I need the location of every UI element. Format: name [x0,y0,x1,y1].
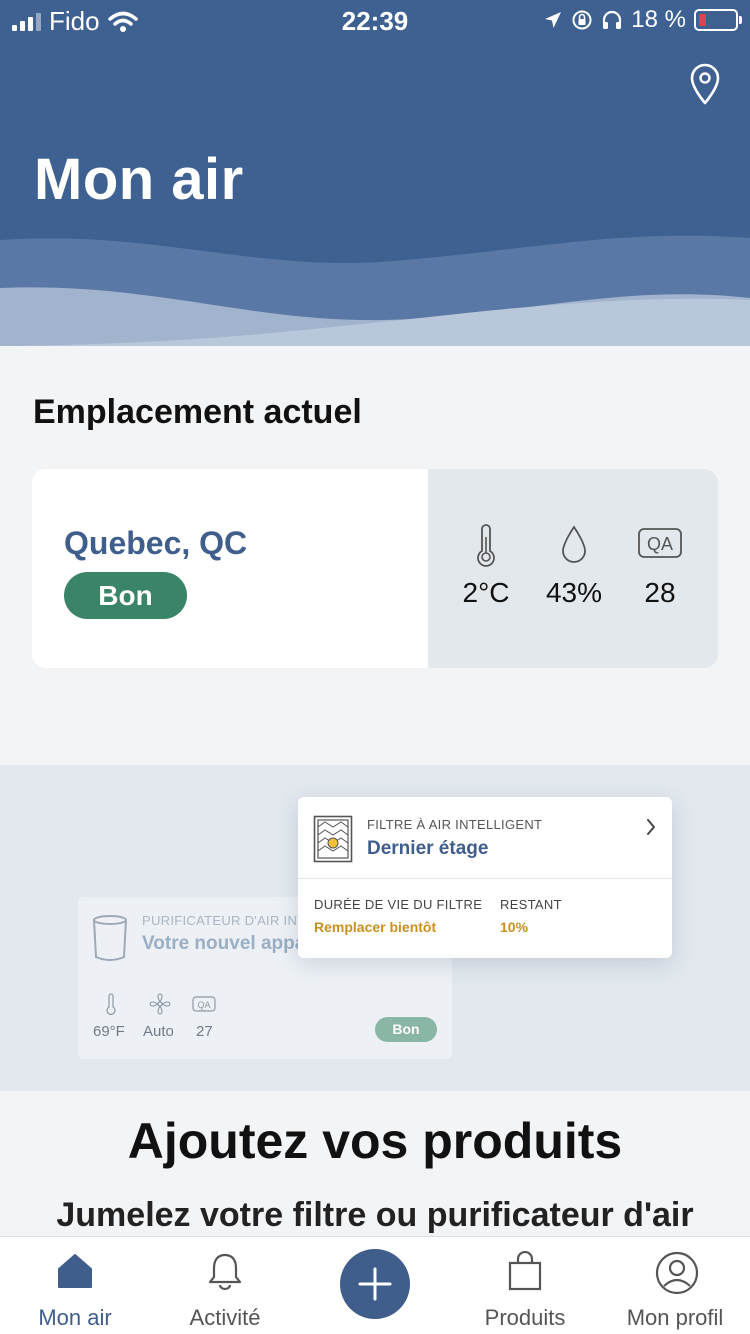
tab-label: Mon profil [626,1305,724,1330]
svg-text:QA: QA [197,1000,210,1010]
tab-bar: Mon air Activité Produits Mon profil [0,1236,750,1334]
home-icon [58,1254,92,1288]
aqi-metric: QA 28 [617,523,703,609]
humidity-metric: 43% [531,523,617,609]
humidity-value: 43% [545,577,603,608]
plus-icon [358,1267,392,1301]
location-arrow-icon [545,12,562,28]
user-circle-icon [655,1251,699,1295]
temperature-value: 2°C [462,577,510,608]
air-filter-icon [313,815,353,863]
status-bar: Fido 22:39 18 % [0,0,750,40]
divider [298,878,672,879]
purifier-temperature: 69°F [93,1023,125,1040]
filter-preview-card: FILTRE À AIR INTELLIGENT Dernier étage D… [298,797,672,958]
promo-title: Ajoutez vos produits [127,1113,623,1169]
filter-remaining-value: 10% [500,919,529,935]
location-pin-button[interactable] [686,62,724,106]
rotation-lock-icon [572,10,592,30]
battery-icon [694,9,742,31]
header: Fido 22:39 18 % Mon air [0,0,750,350]
tab-produits[interactable]: Produits [450,1237,600,1334]
filter-life-value: Remplacer bientôt [314,919,437,935]
tab-label: Mon air [38,1305,112,1330]
purifier-name: Votre nouvel appa [142,933,306,954]
filter-life-label: DURÉE DE VIE DU FILTRE [314,897,483,912]
bell-icon [208,1253,242,1291]
location-city: Quebec, QC [64,525,248,561]
temperature-metric: 2°C [443,523,529,609]
current-location-heading: Emplacement actuel [33,393,362,431]
filter-name: Dernier étage [367,838,489,859]
tab-mon-air[interactable]: Mon air [0,1237,150,1334]
purifier-label: PURIFICATEUR D'AIR INT [142,913,306,928]
aqi-value: 28 [644,577,676,608]
purifier-fan-mode: Auto [143,1023,174,1040]
tab-label: Activité [189,1305,261,1330]
air-quality-badge: Bon [64,572,187,619]
aqi-icon: QA [192,996,216,1012]
purifier-aqi: 27 [196,1023,213,1040]
svg-text:QA: QA [647,534,673,554]
tab-label: Produits [484,1305,566,1330]
purifier-quality-badge: Bon [375,1017,437,1042]
location-pin-icon [690,63,720,105]
fan-icon [149,993,171,1015]
filter-type-label: FILTRE À AIR INTELLIGENT [367,817,543,832]
battery-percent: 18 % [631,6,686,33]
chevron-right-icon [647,819,655,835]
tab-activite[interactable]: Activité [150,1237,300,1334]
weather-metrics: 2°C 43% QA 28 [428,469,718,668]
promo-subtitle: Jumelez votre filtre ou purificateur d'a… [56,1196,694,1234]
water-drop-icon [562,525,586,563]
add-product-button[interactable] [340,1249,410,1319]
aqi-icon: QA [638,528,682,558]
purifier-icon [93,915,127,961]
headphones-icon [603,10,622,29]
thermometer-icon [477,524,495,567]
filter-remaining-label: RESTANT [500,897,562,912]
current-location-card[interactable]: Quebec, QC Bon 2°C 43% QA 28 [32,469,718,668]
shopping-bag-icon [508,1251,542,1291]
tab-mon-profil[interactable]: Mon profil [600,1237,750,1334]
page-title: Mon air [34,147,244,212]
thermometer-icon [106,993,116,1015]
products-promo: PURIFICATEUR D'AIR INT Votre nouvel appa… [0,765,750,1091]
